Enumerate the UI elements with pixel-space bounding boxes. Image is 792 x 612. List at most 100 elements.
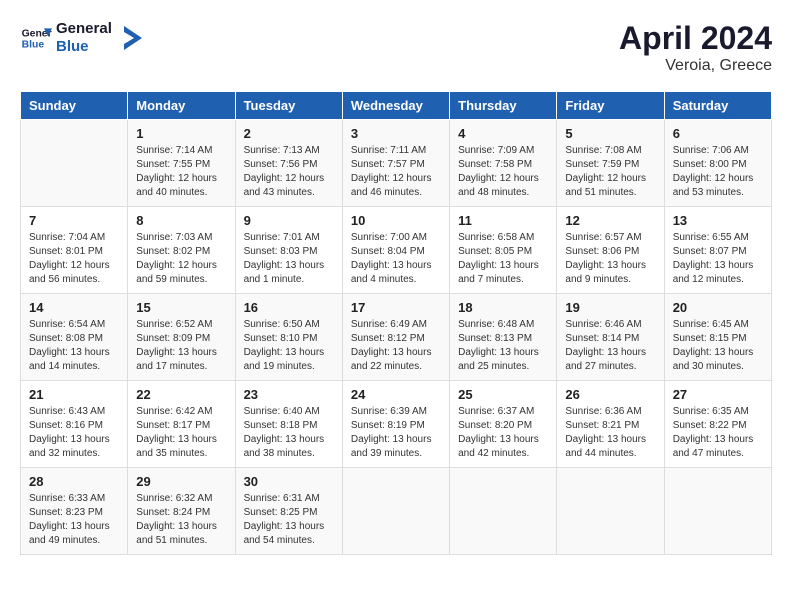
day-info: Sunrise: 7:08 AM Sunset: 7:59 PM Dayligh… <box>565 144 655 200</box>
week-row-5: 28 Sunrise: 6:33 AM Sunset: 8:23 PM Dayli… <box>21 468 772 555</box>
day-info: Sunrise: 6:40 AM Sunset: 8:18 PM Dayligh… <box>244 405 334 461</box>
calendar-cell: 21 Sunrise: 6:43 AM Sunset: 8:16 PM Dayli… <box>21 381 128 468</box>
calendar-cell: 20 Sunrise: 6:45 AM Sunset: 8:15 PM Dayli… <box>664 294 771 381</box>
day-number: 26 <box>565 387 655 402</box>
day-info: Sunrise: 6:54 AM Sunset: 8:08 PM Dayligh… <box>29 318 119 374</box>
day-number: 18 <box>458 300 548 315</box>
day-number: 5 <box>565 126 655 141</box>
logo-text-blue: Blue <box>56 38 112 56</box>
day-info: Sunrise: 6:55 AM Sunset: 8:07 PM Dayligh… <box>673 231 763 287</box>
days-row: SundayMondayTuesdayWednesdayThursdayFrid… <box>21 92 772 120</box>
week-row-4: 21 Sunrise: 6:43 AM Sunset: 8:16 PM Dayli… <box>21 381 772 468</box>
calendar-cell: 17 Sunrise: 6:49 AM Sunset: 8:12 PM Dayli… <box>342 294 449 381</box>
day-header-tuesday: Tuesday <box>235 92 342 120</box>
day-number: 22 <box>136 387 226 402</box>
day-info: Sunrise: 6:37 AM Sunset: 8:20 PM Dayligh… <box>458 405 548 461</box>
day-number: 28 <box>29 474 119 489</box>
day-header-saturday: Saturday <box>664 92 771 120</box>
day-info: Sunrise: 6:42 AM Sunset: 8:17 PM Dayligh… <box>136 405 226 461</box>
calendar-cell: 4 Sunrise: 7:09 AM Sunset: 7:58 PM Daylig… <box>450 120 557 207</box>
day-header-friday: Friday <box>557 92 664 120</box>
day-info: Sunrise: 6:58 AM Sunset: 8:05 PM Dayligh… <box>458 231 548 287</box>
day-header-sunday: Sunday <box>21 92 128 120</box>
calendar-cell: 19 Sunrise: 6:46 AM Sunset: 8:14 PM Dayli… <box>557 294 664 381</box>
day-info: Sunrise: 7:06 AM Sunset: 8:00 PM Dayligh… <box>673 144 763 200</box>
calendar-cell: 10Sunrise: 7:00 AM Sunset: 8:04 PM Dayli… <box>342 207 449 294</box>
day-number: 11 <box>458 213 548 228</box>
day-info: Sunrise: 6:43 AM Sunset: 8:16 PM Dayligh… <box>29 405 119 461</box>
calendar-cell: 13Sunrise: 6:55 AM Sunset: 8:07 PM Dayli… <box>664 207 771 294</box>
day-number: 24 <box>351 387 441 402</box>
day-number: 6 <box>673 126 763 141</box>
calendar-cell: 8Sunrise: 7:03 AM Sunset: 8:02 PM Daylig… <box>128 207 235 294</box>
day-info: Sunrise: 7:03 AM Sunset: 8:02 PM Dayligh… <box>136 231 226 287</box>
calendar-cell <box>557 468 664 555</box>
day-number: 29 <box>136 474 226 489</box>
day-number: 19 <box>565 300 655 315</box>
week-row-2: 7 Sunrise: 7:04 AM Sunset: 8:01 PM Daylig… <box>21 207 772 294</box>
svg-text:Blue: Blue <box>22 40 45 51</box>
day-number: 17 <box>351 300 441 315</box>
day-number: 15 <box>136 300 226 315</box>
day-info: Sunrise: 7:09 AM Sunset: 7:58 PM Dayligh… <box>458 144 548 200</box>
day-number: 25 <box>458 387 548 402</box>
calendar-cell: 18 Sunrise: 6:48 AM Sunset: 8:13 PM Dayli… <box>450 294 557 381</box>
day-info: Sunrise: 6:48 AM Sunset: 8:13 PM Dayligh… <box>458 318 548 374</box>
day-info: Sunrise: 6:50 AM Sunset: 8:10 PM Dayligh… <box>244 318 334 374</box>
calendar-cell: 29 Sunrise: 6:32 AM Sunset: 8:24 PM Dayli… <box>128 468 235 555</box>
day-info: Sunrise: 6:52 AM Sunset: 8:09 PM Dayligh… <box>136 318 226 374</box>
calendar-cell: 2 Sunrise: 7:13 AM Sunset: 7:56 PM Daylig… <box>235 120 342 207</box>
calendar-cell: 28 Sunrise: 6:33 AM Sunset: 8:23 PM Dayli… <box>21 468 128 555</box>
logo: General Blue General Blue <box>20 20 144 56</box>
day-number: 9 <box>244 213 334 228</box>
calendar-cell: 15 Sunrise: 6:52 AM Sunset: 8:09 PM Dayli… <box>128 294 235 381</box>
day-number: 7 <box>29 213 119 228</box>
day-number: 23 <box>244 387 334 402</box>
calendar-header: SundayMondayTuesdayWednesdayThursdayFrid… <box>21 92 772 120</box>
day-info: Sunrise: 6:33 AM Sunset: 8:23 PM Dayligh… <box>29 492 119 548</box>
day-info: Sunrise: 6:39 AM Sunset: 8:19 PM Dayligh… <box>351 405 441 461</box>
day-info: Sunrise: 7:11 AM Sunset: 7:57 PM Dayligh… <box>351 144 441 200</box>
day-number: 20 <box>673 300 763 315</box>
calendar-cell: 27 Sunrise: 6:35 AM Sunset: 8:22 PM Dayli… <box>664 381 771 468</box>
calendar-cell: 1Sunrise: 7:14 AM Sunset: 7:55 PM Daylig… <box>128 120 235 207</box>
logo-icon: General Blue <box>20 22 52 54</box>
day-info: Sunrise: 6:46 AM Sunset: 8:14 PM Dayligh… <box>565 318 655 374</box>
calendar-cell: 25 Sunrise: 6:37 AM Sunset: 8:20 PM Dayli… <box>450 381 557 468</box>
calendar-cell: 24 Sunrise: 6:39 AM Sunset: 8:19 PM Dayli… <box>342 381 449 468</box>
calendar-cell <box>342 468 449 555</box>
calendar-cell: 11 Sunrise: 6:58 AM Sunset: 8:05 PM Dayli… <box>450 207 557 294</box>
day-number: 30 <box>244 474 334 489</box>
day-number: 21 <box>29 387 119 402</box>
day-number: 12 <box>565 213 655 228</box>
subtitle: Veroia, Greece <box>619 57 772 75</box>
calendar-cell: 16 Sunrise: 6:50 AM Sunset: 8:10 PM Dayli… <box>235 294 342 381</box>
calendar-cell: 3Sunrise: 7:11 AM Sunset: 7:57 PM Daylig… <box>342 120 449 207</box>
day-number: 16 <box>244 300 334 315</box>
calendar-cell: 26Sunrise: 6:36 AM Sunset: 8:21 PM Dayli… <box>557 381 664 468</box>
calendar-cell: 23 Sunrise: 6:40 AM Sunset: 8:18 PM Dayli… <box>235 381 342 468</box>
day-info: Sunrise: 6:49 AM Sunset: 8:12 PM Dayligh… <box>351 318 441 374</box>
day-info: Sunrise: 6:32 AM Sunset: 8:24 PM Dayligh… <box>136 492 226 548</box>
week-row-3: 14Sunrise: 6:54 AM Sunset: 8:08 PM Dayli… <box>21 294 772 381</box>
day-number: 4 <box>458 126 548 141</box>
logo-text-general: General <box>56 20 112 38</box>
calendar-cell <box>21 120 128 207</box>
calendar-cell <box>450 468 557 555</box>
day-info: Sunrise: 6:45 AM Sunset: 8:15 PM Dayligh… <box>673 318 763 374</box>
calendar-body: 1Sunrise: 7:14 AM Sunset: 7:55 PM Daylig… <box>21 120 772 555</box>
calendar-cell: 12Sunrise: 6:57 AM Sunset: 8:06 PM Dayli… <box>557 207 664 294</box>
day-number: 2 <box>244 126 334 141</box>
day-info: Sunrise: 6:35 AM Sunset: 8:22 PM Dayligh… <box>673 405 763 461</box>
day-info: Sunrise: 6:31 AM Sunset: 8:25 PM Dayligh… <box>244 492 334 548</box>
calendar-cell: 30 Sunrise: 6:31 AM Sunset: 8:25 PM Dayli… <box>235 468 342 555</box>
calendar-cell: 6 Sunrise: 7:06 AM Sunset: 8:00 PM Daylig… <box>664 120 771 207</box>
day-number: 27 <box>673 387 763 402</box>
day-info: Sunrise: 7:04 AM Sunset: 8:01 PM Dayligh… <box>29 231 119 287</box>
day-header-thursday: Thursday <box>450 92 557 120</box>
day-header-wednesday: Wednesday <box>342 92 449 120</box>
day-info: Sunrise: 7:13 AM Sunset: 7:56 PM Dayligh… <box>244 144 334 200</box>
day-header-monday: Monday <box>128 92 235 120</box>
day-number: 10 <box>351 213 441 228</box>
page-header: General Blue General Blue April 2024 Ver… <box>20 20 772 75</box>
